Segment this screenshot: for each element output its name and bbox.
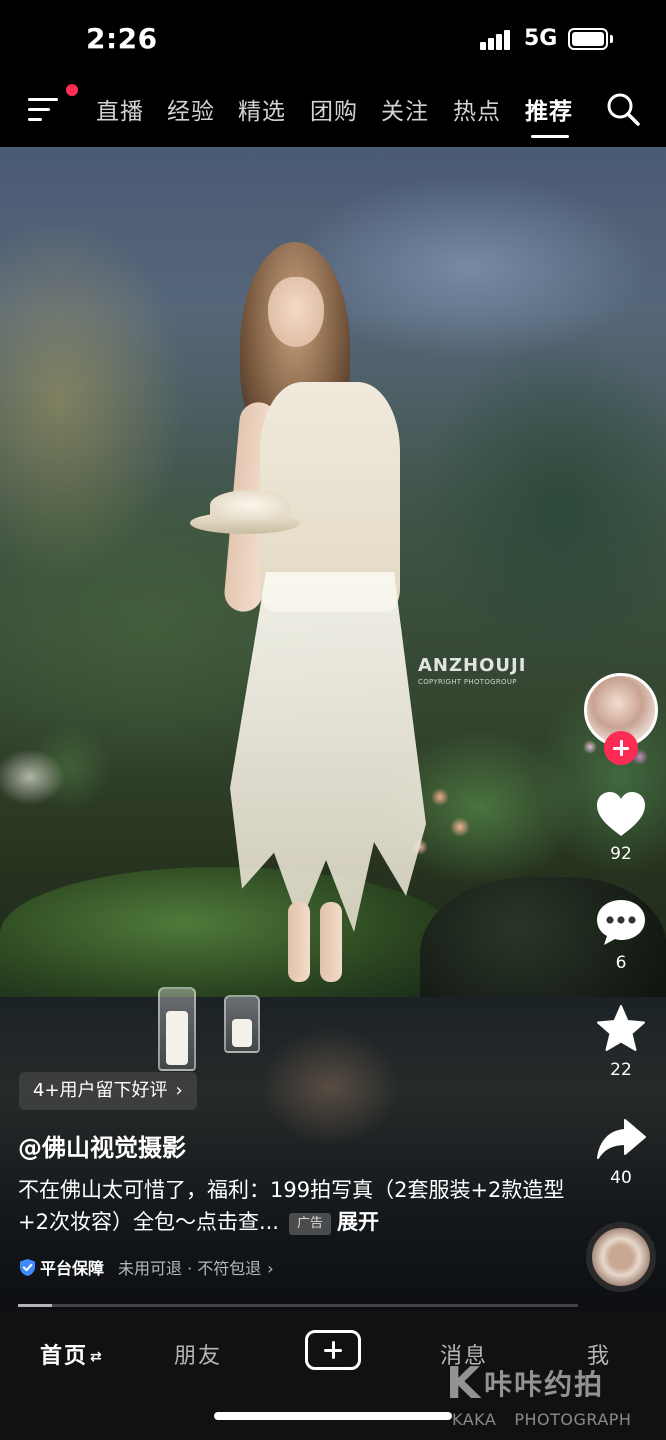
notification-dot	[66, 84, 78, 96]
follow-button[interactable]	[604, 731, 638, 765]
flowers-left	[0, 727, 110, 847]
music-disc-icon[interactable]	[586, 1222, 656, 1292]
tab-experience[interactable]: 经验	[167, 92, 215, 126]
signal-icon	[480, 28, 516, 50]
model-figure	[190, 242, 450, 982]
tab-recommended[interactable]: 推荐	[525, 92, 573, 126]
tab-featured[interactable]: 精选	[238, 92, 286, 126]
shield-check-icon	[20, 1259, 35, 1276]
expand-link[interactable]: 展开	[337, 1210, 379, 1234]
video-watermark: ANZHOUJI COPYRIGHT PHOTOGROUP	[418, 655, 527, 686]
tab-following[interactable]: 关注	[381, 92, 429, 126]
status-time: 2:26	[86, 22, 158, 55]
tab-trending[interactable]: 热点	[453, 92, 501, 126]
tab-home[interactable]: 首页 ⇄	[40, 1338, 104, 1370]
share-button[interactable]: 40	[580, 1118, 662, 1188]
create-button[interactable]	[305, 1330, 361, 1370]
share-arrow-icon	[597, 1119, 646, 1159]
ad-badge: 广告	[288, 1213, 331, 1235]
review-pill[interactable]: 4+用户留下好评 ›	[19, 1072, 197, 1110]
favorite-count: 22	[610, 1060, 632, 1080]
post-caption[interactable]: 不在佛山太可惜了，福利：199拍写真（2套服装+2款造型+2次妆容）全包～点击查…	[18, 1174, 578, 1238]
menu-icon[interactable]	[28, 96, 62, 124]
tab-live[interactable]: 直播	[96, 92, 144, 126]
like-button[interactable]: 92	[580, 790, 662, 864]
network-label: 5G	[524, 26, 558, 51]
heart-icon	[597, 792, 645, 836]
like-count: 92	[610, 844, 632, 864]
comment-count: 6	[615, 953, 627, 973]
share-count: 40	[610, 1168, 632, 1188]
comment-icon	[597, 900, 645, 945]
author-name[interactable]: @佛山视觉摄影	[18, 1128, 186, 1163]
status-bar: 2:26 5G	[0, 0, 666, 80]
platform-guarantee[interactable]: 平台保障 未用可退 · 不符包退 ›	[19, 1255, 274, 1279]
swap-arrows-icon: ⇄	[90, 1349, 104, 1365]
chevron-right-icon: ›	[267, 1259, 274, 1278]
video-progress-bar[interactable]	[18, 1304, 578, 1307]
comment-button[interactable]: 6	[580, 897, 662, 973]
candle	[224, 995, 260, 1053]
star-icon	[597, 1005, 645, 1051]
top-nav: 直播 经验 精选 团购 关注 热点 推荐	[0, 80, 666, 147]
active-tab-indicator	[531, 135, 569, 138]
candle	[158, 987, 196, 1071]
search-icon[interactable]	[606, 92, 640, 126]
tab-friends[interactable]: 朋友	[174, 1338, 222, 1370]
chevron-right-icon: ›	[175, 1080, 183, 1101]
battery-icon	[568, 28, 608, 50]
home-indicator	[214, 1412, 452, 1420]
favorite-button[interactable]: 22	[580, 1004, 662, 1080]
brand-watermark: K 咔咔约拍	[446, 1358, 605, 1409]
brand-watermark-en: KAKA PHOTOGRAPH	[452, 1410, 632, 1429]
tab-group-buy[interactable]: 团购	[310, 92, 358, 126]
